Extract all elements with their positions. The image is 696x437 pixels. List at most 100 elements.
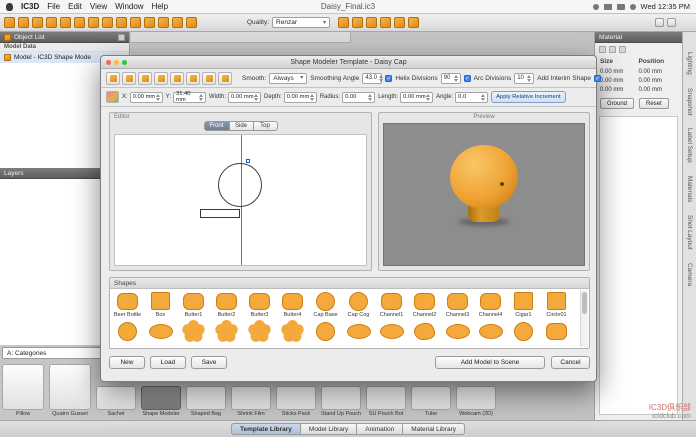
angle-input[interactable]: 0.0 [455, 92, 488, 103]
tab-model-library[interactable]: Model Library [301, 423, 357, 435]
editor-tab-side[interactable]: Side [230, 121, 254, 131]
move-icon[interactable] [172, 17, 183, 28]
stepper-down-icon[interactable] [481, 98, 485, 101]
radius-input[interactable]: 0.00 [342, 92, 375, 103]
shape-tile-12[interactable] [507, 320, 540, 342]
quality-select[interactable]: Renzar ▾ [272, 17, 330, 28]
scrollbar-thumb[interactable] [582, 292, 587, 314]
select-tool-button[interactable] [122, 72, 136, 85]
stepper-up-icon[interactable] [481, 94, 485, 97]
magnet-tool-button[interactable] [106, 72, 120, 85]
copy-icon[interactable] [130, 17, 141, 28]
help-icon[interactable] [655, 18, 664, 27]
zoom-icon[interactable] [122, 60, 127, 65]
trim-tool-button[interactable] [218, 72, 232, 85]
panel-options-icon[interactable] [118, 34, 125, 41]
side-tab-camera[interactable]: Camera [686, 263, 693, 286]
shape-tile-channel1[interactable]: Channel1 [375, 290, 408, 318]
stepper-up-icon[interactable] [426, 94, 430, 97]
tab-template-library[interactable]: Template Library [231, 423, 301, 435]
grid-snap-icon[interactable] [106, 91, 119, 103]
movie-icon[interactable] [408, 17, 419, 28]
profile-circle[interactable] [218, 163, 262, 207]
stepper-icon[interactable] [379, 75, 383, 82]
stepper-icon[interactable] [310, 94, 314, 101]
profile-rect[interactable] [200, 209, 240, 218]
battery-icon[interactable] [617, 4, 625, 10]
save-icon[interactable] [32, 17, 43, 28]
side-tab-label-setup[interactable]: Label Setup [686, 128, 693, 163]
menu-view[interactable]: View [90, 2, 107, 11]
width-input[interactable]: 0.00 mm [228, 92, 261, 103]
import-icon[interactable] [46, 17, 57, 28]
stepper-icon[interactable] [527, 75, 531, 82]
stepper-up-icon[interactable] [368, 94, 372, 97]
shape-tile-0[interactable] [111, 320, 144, 342]
helix-divisions-checkbox[interactable]: ✓ [385, 75, 392, 82]
stepper-down-icon[interactable] [254, 98, 258, 101]
menu-bar-clock[interactable]: Wed 12:35 PM [641, 2, 690, 11]
save-button[interactable]: Save [191, 356, 227, 369]
cancel-button[interactable]: Cancel [551, 356, 590, 369]
environment-icon[interactable] [380, 17, 391, 28]
shape-tile-8[interactable] [375, 320, 408, 342]
template-pillow[interactable]: Pillow [2, 364, 44, 417]
stepper-icon[interactable] [199, 94, 203, 101]
arc-tool-button[interactable] [170, 72, 184, 85]
menu-window[interactable]: Window [115, 2, 143, 11]
stepper-up-icon[interactable] [254, 94, 258, 97]
dialog-title-bar[interactable]: Shape Modeler Template - Daisy Cap [101, 56, 596, 69]
daisy-cap-model[interactable] [450, 145, 518, 209]
stepper-icon[interactable] [156, 94, 160, 101]
open-icon[interactable] [18, 17, 29, 28]
pen-tool-button[interactable] [138, 72, 152, 85]
close-icon[interactable] [106, 60, 111, 65]
shape-tile-butter3[interactable]: Butter3 [243, 290, 276, 318]
shape-tile-channel4[interactable]: Channel4 [474, 290, 507, 318]
undo-icon[interactable] [88, 17, 99, 28]
print-icon[interactable] [74, 17, 85, 28]
stepper-up-icon[interactable] [199, 94, 203, 97]
profile-handle[interactable] [246, 159, 250, 163]
new-button[interactable]: New [109, 356, 145, 369]
shape-tile-3[interactable] [210, 320, 243, 342]
camera-icon[interactable] [352, 17, 363, 28]
material-tool-icon[interactable] [619, 46, 626, 53]
stepper-up-icon[interactable] [156, 94, 160, 97]
editor-tab-front[interactable]: Front [203, 121, 229, 131]
smoothing-angle-input[interactable]: 43.0 [362, 73, 382, 84]
snapshot-icon[interactable] [394, 17, 405, 28]
object-list-icon[interactable] [4, 34, 11, 41]
template-shape-modeler[interactable]: Shape Modeler [141, 386, 181, 417]
shape-tile-9[interactable] [408, 320, 441, 342]
x-input[interactable]: 0.00 mm [130, 92, 163, 103]
side-tab-snapshot[interactable]: Snapshot [686, 88, 693, 115]
shape-tile-11[interactable] [474, 320, 507, 342]
tab-material-library[interactable]: Material Library [403, 423, 465, 435]
stepper-icon[interactable] [454, 75, 458, 82]
shape-tile-10[interactable] [441, 320, 474, 342]
template-stand-up-pouch[interactable]: Stand Up Pouch [321, 386, 361, 417]
ground-button[interactable]: Ground [600, 98, 634, 109]
stepper-down-icon[interactable] [310, 98, 314, 101]
template-shrink-film[interactable]: Shrink Film [231, 386, 271, 417]
shape-tile-cap-base[interactable]: Cap Base [309, 290, 342, 318]
menu-app[interactable]: IC3D [21, 2, 39, 11]
stepper-up-icon[interactable] [310, 94, 314, 97]
cut-icon[interactable] [116, 17, 127, 28]
shape-tile-7[interactable] [342, 320, 375, 342]
shape-tile-4[interactable] [243, 320, 276, 342]
stepper-icon[interactable] [426, 94, 430, 101]
add-interim-shape-checkbox[interactable]: ✓ [594, 75, 601, 82]
menu-edit[interactable]: Edit [68, 2, 82, 11]
categories-select[interactable]: A: Categories ▾ [2, 347, 114, 359]
shapes-scrollbar[interactable] [580, 290, 588, 347]
length-input[interactable]: 0.00 mm [400, 92, 433, 103]
depth-input[interactable]: 0.00 mm [284, 92, 317, 103]
shape-tile-box[interactable]: Box [144, 290, 177, 318]
redo-icon[interactable] [102, 17, 113, 28]
stepper-down-icon[interactable] [156, 98, 160, 101]
reset-button[interactable]: Reset [639, 98, 669, 109]
shape-tile-butter4[interactable]: Butter4 [276, 290, 309, 318]
apple-logo-icon[interactable] [6, 3, 13, 11]
